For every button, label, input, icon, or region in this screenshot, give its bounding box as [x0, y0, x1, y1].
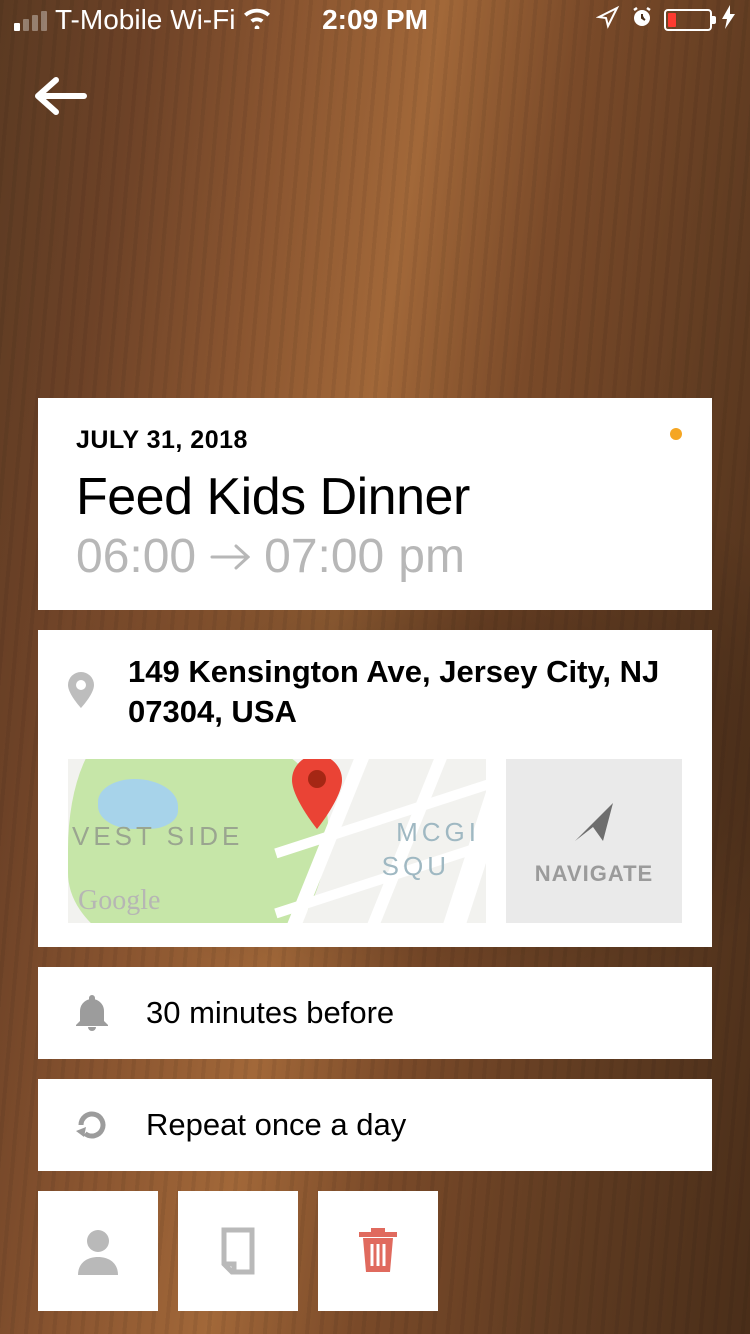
- arrow-right-icon: [210, 542, 250, 572]
- repeat-icon: [72, 1107, 112, 1143]
- reminder-text: 30 minutes before: [146, 995, 394, 1031]
- repeat-text: Repeat once a day: [146, 1107, 406, 1143]
- map-area-label: MCGI: [396, 817, 480, 848]
- map-preview[interactable]: VEST SIDE MCGI SQU Google: [68, 759, 486, 923]
- reminder-row[interactable]: 30 minutes before: [38, 967, 712, 1059]
- charging-icon: [722, 4, 736, 36]
- battery-icon: [664, 9, 712, 31]
- person-icon: [76, 1227, 120, 1275]
- status-time: 2:09 PM: [322, 4, 428, 36]
- navigate-arrow-icon: [567, 795, 621, 849]
- calendar-color-dot: [670, 428, 682, 440]
- delete-button[interactable]: [318, 1191, 438, 1311]
- navigate-label: NAVIGATE: [535, 861, 653, 887]
- note-icon: [219, 1227, 257, 1275]
- location-card: 149 Kensington Ave, Jersey City, NJ 0730…: [38, 630, 712, 947]
- repeat-row[interactable]: Repeat once a day: [38, 1079, 712, 1171]
- navigate-button[interactable]: NAVIGATE: [506, 759, 682, 923]
- trash-icon: [359, 1228, 397, 1274]
- event-date: JULY 31, 2018: [76, 426, 674, 455]
- status-bar: T-Mobile Wi-Fi 2:09 PM: [0, 0, 750, 40]
- event-end-time: 07:00: [264, 529, 384, 584]
- event-start-time: 06:00: [76, 529, 196, 584]
- map-area-label: SQU: [382, 851, 450, 882]
- map-attribution: Google: [78, 885, 160, 917]
- event-card[interactable]: JULY 31, 2018 Feed Kids Dinner 06:00 07:…: [38, 398, 712, 610]
- location-services-icon: [596, 4, 620, 36]
- alarm-icon: [630, 4, 654, 36]
- arrow-left-icon: [30, 72, 90, 120]
- action-bar: [38, 1191, 712, 1311]
- event-title: Feed Kids Dinner: [76, 467, 674, 527]
- location-pin-icon: [68, 672, 94, 713]
- cell-signal-icon: [14, 9, 47, 31]
- note-button[interactable]: [178, 1191, 298, 1311]
- event-meridiem: pm: [398, 529, 465, 584]
- back-button[interactable]: [30, 72, 90, 125]
- carrier-label: T-Mobile Wi-Fi: [55, 4, 235, 36]
- event-address[interactable]: 149 Kensington Ave, Jersey City, NJ 0730…: [128, 652, 682, 733]
- map-pin-icon: [292, 759, 342, 834]
- map-area-label: VEST SIDE: [72, 821, 243, 852]
- bell-icon: [72, 995, 112, 1031]
- assign-person-button[interactable]: [38, 1191, 158, 1311]
- wifi-icon: [243, 4, 271, 36]
- event-time: 06:00 07:00 pm: [76, 529, 674, 584]
